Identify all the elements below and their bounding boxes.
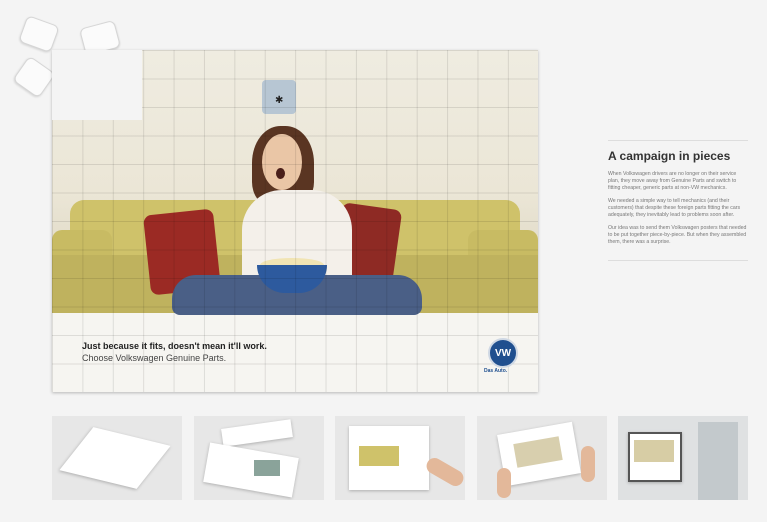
loose-puzzle-piece	[18, 15, 60, 53]
campaign-description: A campaign in pieces When Volkswagen dri…	[608, 140, 748, 261]
doorway	[698, 422, 738, 500]
thumbnail-framing	[476, 416, 607, 500]
vw-logo-icon: VW	[488, 338, 518, 368]
woman-mouth	[276, 168, 285, 179]
campaign-paragraph: Our idea was to send them Volkswagen pos…	[608, 225, 747, 245]
thumbnail-strip	[52, 416, 748, 500]
woman-face	[262, 134, 302, 190]
campaign-title: A campaign in pieces	[608, 149, 731, 163]
hand-left	[496, 468, 511, 498]
puzzle-pieces-pile	[253, 460, 280, 476]
puzzle-poster: ✱ Just because it fits, doesn't mean it'…	[52, 50, 538, 392]
box-base	[202, 442, 299, 498]
campaign-paragraph: When Volkswagen drivers are no longer on…	[608, 171, 737, 191]
loose-puzzle-piece	[12, 55, 56, 99]
thumbnail-open-box	[193, 416, 324, 500]
vw-logo-subtitle: Das Auto.	[484, 368, 508, 374]
tagline-line-1: Just because it fits, doesn't mean it'll…	[82, 341, 267, 351]
hand	[423, 455, 465, 489]
spider-icon: ✱	[275, 95, 284, 106]
thumbnail-closed-box	[52, 416, 182, 500]
puzzle-box	[59, 427, 171, 489]
hand-right	[580, 446, 595, 482]
thumbnail-wall	[618, 416, 748, 500]
missing-corner-pieces	[52, 50, 142, 120]
partial-image	[359, 446, 399, 466]
wall-frame-image	[634, 440, 674, 462]
box-lid	[220, 419, 293, 447]
tagline-line-2: Choose Volkswagen Genuine Parts.	[82, 353, 227, 363]
campaign-paragraph: We needed a simple way to tell mechanics…	[608, 198, 741, 218]
thumbnail-assembling	[335, 416, 465, 500]
presentation-board: ✱ Just because it fits, doesn't mean it'…	[0, 0, 767, 522]
poster-tagline: Just because it fits, doesn't mean it'll…	[82, 340, 267, 364]
